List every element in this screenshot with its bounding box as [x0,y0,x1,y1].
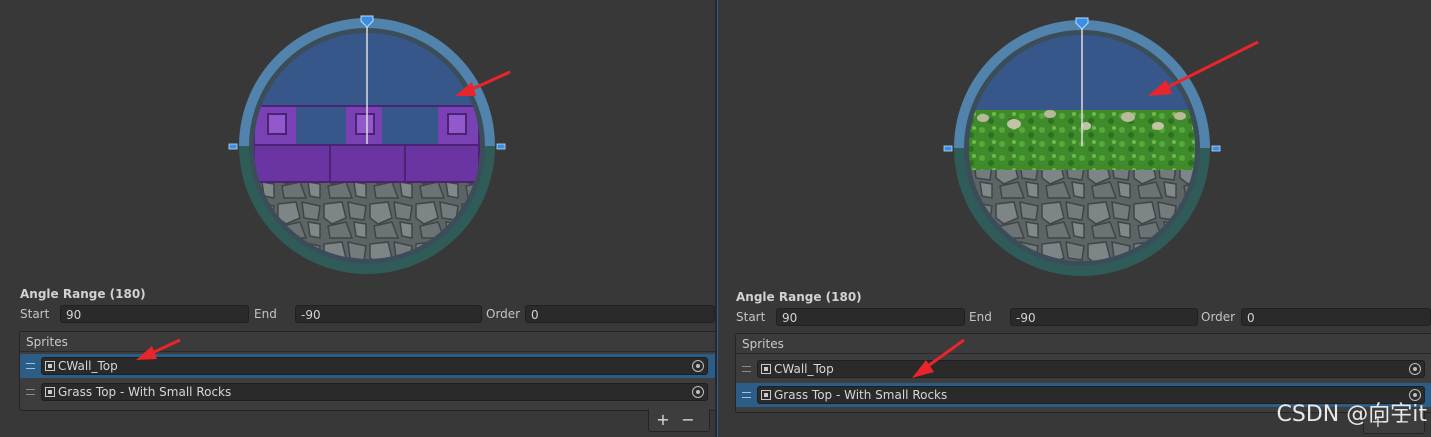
end-angle-handle[interactable] [496,143,506,150]
list-footer: + − [648,409,710,432]
grass-rocks-sprite [969,110,1195,170]
angle-range-preview [943,17,1259,276]
order-label: Order [1201,310,1236,324]
sprite-object-field[interactable]: CWall_Top [757,360,1425,378]
object-picker-icon[interactable] [692,360,704,372]
sprite-icon [761,364,771,374]
angle-range-label: Angle Range (180) [736,290,862,304]
drag-handle-icon[interactable] [26,389,35,395]
add-sprite-button[interactable]: + [651,409,675,431]
object-picker-icon[interactable] [692,386,704,398]
sprites-header: Sprites [736,334,1431,354]
sprite-name: Grass Top - With Small Rocks [774,388,948,402]
sprite-name: CWall_Top [774,362,834,376]
sprite-icon [45,361,55,371]
angle-range-label: Angle Range (180) [20,287,146,301]
start-label: Start [736,310,766,324]
end-input[interactable]: -90 [1010,308,1198,326]
sprites-list: Sprites CWall_Top Grass Top - With Small… [19,331,715,411]
start-input[interactable]: 90 [60,305,249,323]
start-label: Start [20,307,50,321]
start-input[interactable]: 90 [776,308,965,326]
sprite-name: CWall_Top [58,359,118,373]
end-angle-handle[interactable] [1211,145,1221,152]
order-input[interactable]: 0 [525,305,715,323]
sprite-icon [45,387,55,397]
drag-handle-icon[interactable] [26,363,35,369]
watermark: CSDN @向宇it [1276,402,1427,427]
sprite-row[interactable]: CWall_Top [20,354,715,378]
drag-handle-icon[interactable] [742,366,751,372]
end-label: End [969,310,992,324]
sprite-icon [761,390,771,400]
start-angle-handle[interactable] [228,143,238,150]
order-input[interactable]: 0 [1241,308,1431,326]
sprite-object-field[interactable]: CWall_Top [41,357,708,375]
remove-sprite-button[interactable]: − [676,409,700,431]
angle-range-preview [228,15,511,274]
end-input[interactable]: -90 [295,305,482,323]
order-label: Order [486,307,521,321]
end-label: End [254,307,277,321]
object-picker-icon[interactable] [1409,363,1421,375]
angle-range-panel-left: Angle Range (180) Start 90 End -90 Order… [0,0,715,437]
sprite-row[interactable]: CWall_Top [736,357,1431,381]
start-angle-handle[interactable] [943,145,953,152]
drag-handle-icon[interactable] [742,392,751,398]
sprite-row[interactable]: Grass Top - With Small Rocks [20,380,715,404]
angle-range-panel-right: Angle Range (180) Start 90 End -90 Order… [717,0,1431,437]
sprite-name: Grass Top - With Small Rocks [58,385,232,399]
sprite-object-field[interactable]: Grass Top - With Small Rocks [41,383,708,401]
sprites-header: Sprites [20,332,715,352]
